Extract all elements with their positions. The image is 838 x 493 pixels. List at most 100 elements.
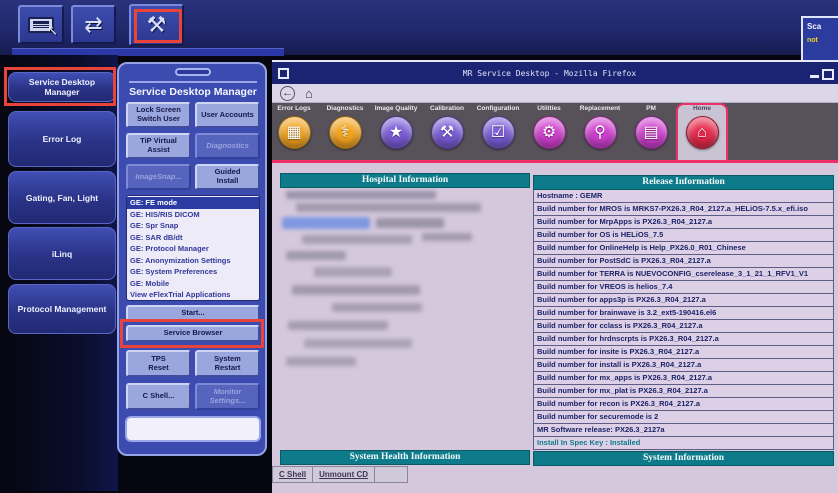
list-item-mobile[interactable]: GE: Mobile [127, 278, 259, 290]
error-logs-icon: ▦ [278, 116, 311, 149]
guided-install-button[interactable]: Guided Install [195, 164, 260, 190]
nav-configuration[interactable]: Configuration ☑ [474, 105, 522, 160]
monitor-settings-button: Monitor Settings... [195, 383, 260, 410]
service-nav-bar: Error Logs ▦ Diagnostics ⚕ Image Quality… [272, 103, 838, 163]
diagnostics-icon: ⚕ [329, 116, 362, 149]
release-row: Build number for mx_apps is PX26.3_R04_2… [533, 371, 834, 385]
list-item-anonymization-settings[interactable]: GE: Anonymization Settings [127, 255, 259, 267]
panel-separator [129, 81, 257, 83]
browser-home-icon[interactable]: ⌂ [305, 86, 313, 101]
calibration-icon: ⚒ [431, 116, 464, 149]
release-row: Build number for securemode is 2 [533, 410, 834, 424]
nav-replacement[interactable]: Replacement ⚲ [576, 105, 624, 160]
hospital-information-header: Hospital Information [280, 173, 530, 188]
window-title: MR Service Desktop - Mozilla Firefox [289, 69, 810, 78]
sidebar-tab-ilinq[interactable]: iLinq [8, 227, 116, 280]
image-transfer-icon: ⇄ [84, 14, 102, 36]
release-row: Build number for TERRA is NUEVOCONFIG_cs… [533, 267, 834, 281]
cursor-arrow-icon: ↖ [47, 23, 58, 39]
release-row-spec-key: Install In Spec Key : Installed [533, 436, 834, 450]
list-item-system-preferences[interactable]: GE: System Preferences [127, 266, 259, 278]
print-button[interactable]: ↖ [18, 5, 64, 44]
minimize-button[interactable] [810, 75, 819, 78]
release-row: MR Software release: PX26.3_2127a [533, 423, 834, 437]
service-application-list: GE: FE mode GE: HIS/RIS DICOM GE: Spr Sn… [126, 195, 260, 301]
release-row: Build number for OnlineHelp is Help_PX26… [533, 241, 834, 255]
restore-button[interactable] [824, 69, 834, 78]
tps-reset-button[interactable]: TPS Reset [126, 350, 191, 377]
corner-partial-window: Sca not [801, 16, 838, 62]
release-row: Build number for MrpApps is PX26.3_R04_2… [533, 215, 834, 229]
tip-virtual-assist-button[interactable]: TiP Virtual Assist [126, 133, 191, 159]
system-health-information-header: System Health Information [280, 450, 530, 465]
home-icon: ⌂ [686, 116, 719, 149]
release-row: Build number for OS is HELiOS_7.5 [533, 228, 834, 242]
nav-diagnostics[interactable]: Diagnostics ⚕ [321, 105, 369, 160]
sidebar-tab-service-desktop-manager[interactable]: Service Desktop Manager [8, 72, 116, 102]
release-row: Build number for mx_plat is PX26.3_R04_2… [533, 384, 834, 398]
release-row: Build number for cclass is PX26.3_R04_21… [533, 319, 834, 333]
unmount-cd-button[interactable]: Unmount CD [313, 467, 375, 482]
nav-image-quality[interactable]: Image Quality ★ [372, 105, 420, 160]
sdm-button-grid-top: Lock Screen Switch User User Accounts Ti… [126, 102, 260, 190]
c-shell-button[interactable]: C Shell [273, 467, 313, 482]
c-shell-panel-button[interactable]: C Shell... [126, 383, 191, 410]
release-information-header: Release Information [533, 175, 834, 190]
lock-screen-switch-user-button[interactable]: Lock Screen Switch User [126, 102, 191, 128]
sidebar-tab-gating-fan-light[interactable]: Gating, Fan, Light [8, 171, 116, 224]
list-item-fe-mode[interactable]: GE: FE mode [127, 197, 259, 209]
window-icon [278, 68, 289, 79]
release-row: Build number for insite is PX26.3_R04_21… [533, 345, 834, 359]
panel-handle[interactable] [175, 68, 211, 76]
footer-button-group: C Shell Unmount CD [272, 466, 408, 483]
top-taskbar: ↖ ⇄ ⚒ [0, 0, 838, 55]
release-row: Build number for recon is PX26.3_R04_212… [533, 397, 834, 411]
release-row: Build number for MROS is MRKS7-PX26.3_R0… [533, 202, 834, 216]
corner-text-1: Sca [807, 22, 838, 31]
list-item-view-eflextrial[interactable]: View eFlexTrial Applications [127, 289, 259, 301]
system-restart-button[interactable]: System Restart [195, 350, 260, 377]
sdm-text-field[interactable] [125, 416, 261, 442]
firefox-window: MR Service Desktop - Mozilla Firefox ← ⌂… [272, 60, 838, 491]
page-content: Hospital Information Release Information… [272, 163, 838, 493]
start-button[interactable]: Start... [126, 305, 260, 322]
nav-pm[interactable]: PM ▤ [627, 105, 675, 160]
nav-home[interactable]: Home ⌂ [676, 103, 728, 160]
image-quality-icon: ★ [380, 116, 413, 149]
service-desktop-manager-panel: Service Desktop Manager Lock Screen Swit… [117, 62, 267, 456]
sdm-button-grid-bottom: TPS Reset System Restart C Shell... Moni… [126, 350, 260, 410]
release-information-list: Hostname : GEMR Build number for MROS is… [533, 190, 834, 450]
panel-title: Service Desktop Manager [119, 86, 267, 98]
user-accounts-button[interactable]: User Accounts [195, 102, 260, 128]
sidebar-tab-error-log[interactable]: Error Log [8, 111, 116, 167]
release-row: Build number for brainwave is 3.2_ext5-1… [533, 306, 834, 320]
release-row: Build number for install is PX26.3_R04_2… [533, 358, 834, 372]
system-information-header: System Information [533, 451, 834, 466]
service-browser-button[interactable]: Service Browser [126, 325, 260, 342]
release-row: Hostname : GEMR [533, 189, 834, 203]
release-row: Build number for VREOS is helios_7.4 [533, 280, 834, 294]
corner-text-2: not [807, 37, 838, 44]
replacement-icon: ⚲ [584, 116, 617, 149]
back-button[interactable]: ← [280, 86, 295, 101]
nav-calibration[interactable]: Calibration ⚒ [423, 105, 471, 160]
firefox-titlebar: MR Service Desktop - Mozilla Firefox [272, 62, 838, 84]
nav-error-logs[interactable]: Error Logs ▦ [270, 105, 318, 160]
image-transfer-button[interactable]: ⇄ [71, 5, 116, 44]
list-item-protocol-manager[interactable]: GE: Protocol Manager [127, 243, 259, 255]
service-tools-button[interactable]: ⚒ [129, 4, 184, 46]
pm-icon: ▤ [635, 116, 668, 149]
release-row: Build number for hrdnscrpts is PX26.3_R0… [533, 332, 834, 346]
browser-toolbar: ← ⌂ [272, 84, 838, 103]
list-item-sar-dbdt[interactable]: GE: SAR dB/dt [127, 232, 259, 244]
diagnostics-button: Diagnostics [195, 133, 260, 159]
list-item-spr-snap[interactable]: GE: Spr Snap [127, 220, 259, 232]
list-item-hisris-dicom[interactable]: GE: HIS/RIS DICOM [127, 209, 259, 221]
utilities-icon: ⚙ [533, 116, 566, 149]
nav-utilities[interactable]: Utilities ⚙ [525, 105, 573, 160]
sidebar-tab-protocol-management[interactable]: Protocol Management [8, 284, 116, 334]
imagesnap-button: ImageSnap... [126, 164, 191, 190]
configuration-icon: ☑ [482, 116, 515, 149]
release-row: Build number for PostSdC is PX26.3_R04_2… [533, 254, 834, 268]
service-tools-icon: ⚒ [147, 14, 167, 36]
